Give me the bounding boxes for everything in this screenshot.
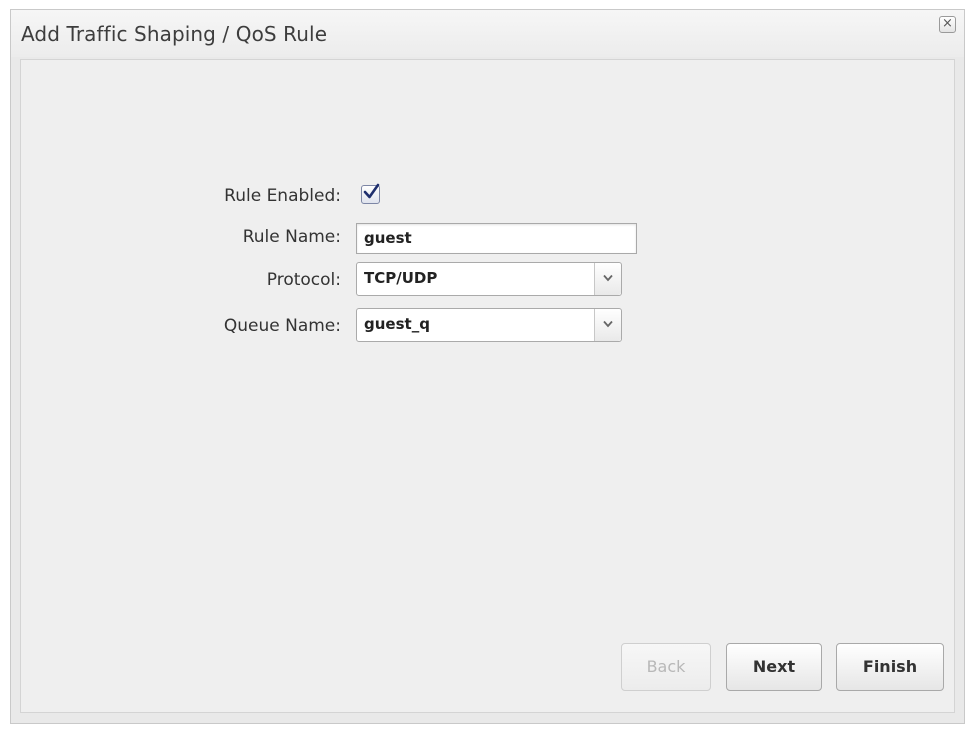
protocol-label: Protocol:: [266, 270, 341, 290]
close-button[interactable]: ×: [939, 16, 956, 33]
protocol-row: Protocol:: [21, 264, 341, 296]
rule-enabled-label: Rule Enabled:: [224, 186, 341, 206]
next-button[interactable]: Next: [726, 643, 822, 691]
queue-name-row: Queue Name:: [21, 310, 341, 342]
checkmark-icon: [363, 183, 380, 199]
protocol-select[interactable]: TCP/UDP: [356, 262, 622, 296]
rule-enabled-row: Rule Enabled:: [21, 180, 341, 212]
chevron-down-icon: [603, 274, 613, 282]
rule-name-input[interactable]: guest: [356, 223, 637, 254]
close-icon: ×: [942, 16, 953, 31]
queue-name-value: guest_q: [364, 315, 430, 333]
rule-name-label: Rule Name:: [242, 227, 341, 247]
protocol-dropdown-button[interactable]: [594, 263, 621, 295]
add-qos-rule-dialog: Add Traffic Shaping / QoS Rule × Rule En…: [10, 9, 965, 724]
finish-button[interactable]: Finish: [836, 643, 944, 691]
dialog-title: Add Traffic Shaping / QoS Rule: [21, 22, 328, 46]
rule-name-row: Rule Name:: [21, 221, 341, 253]
rule-enabled-checkbox[interactable]: [361, 183, 380, 204]
queue-name-label: Queue Name:: [223, 316, 341, 336]
chevron-down-icon: [603, 320, 613, 328]
back-button[interactable]: Back: [621, 643, 711, 691]
queue-name-dropdown-button[interactable]: [594, 309, 621, 341]
queue-name-select[interactable]: guest_q: [356, 308, 622, 342]
dialog-titlebar[interactable]: Add Traffic Shaping / QoS Rule ×: [11, 10, 964, 57]
dialog-content: Rule Enabled: Rule Name: guest Protocol:…: [20, 59, 955, 713]
protocol-value: TCP/UDP: [364, 269, 438, 287]
